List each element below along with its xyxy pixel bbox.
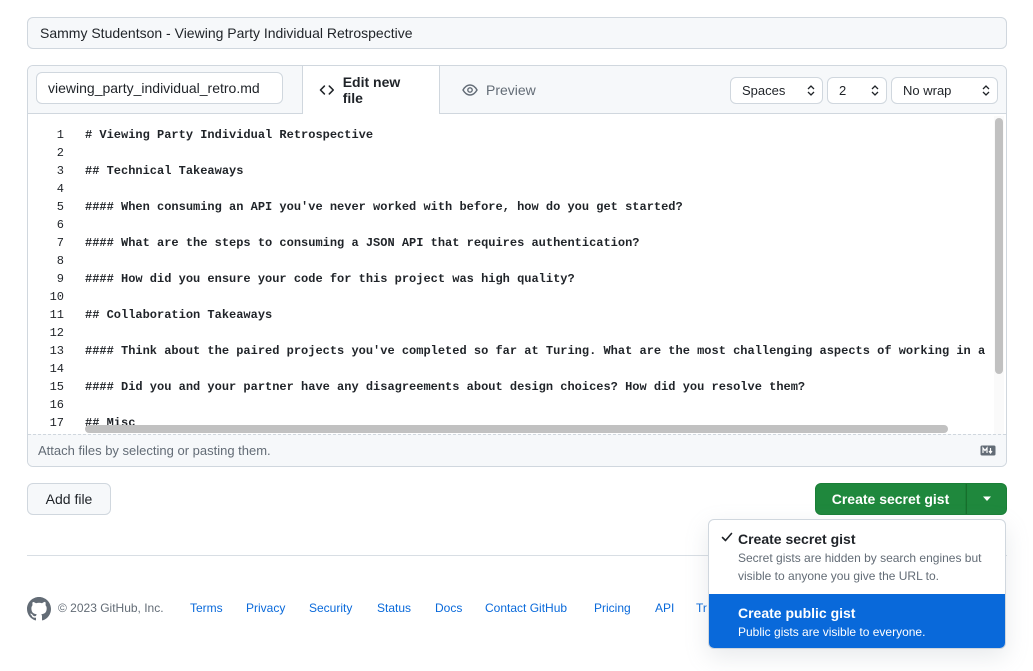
wrap-mode-value: No wrap bbox=[903, 83, 952, 98]
line-number: 16 bbox=[49, 398, 64, 412]
code-line: 12 bbox=[28, 324, 1006, 342]
editor-header: viewing_party_individual_retro.md Edit n… bbox=[28, 66, 1006, 114]
github-logo-icon[interactable] bbox=[27, 597, 51, 621]
indent-mode-select[interactable]: Spaces bbox=[730, 77, 823, 104]
menu-item-description: Public gists are visible to everyone. bbox=[738, 625, 926, 639]
line-text: # Viewing Party Individual Retrospective bbox=[85, 128, 374, 142]
code-line: 11 ## Collaboration Takeaways bbox=[28, 306, 1006, 324]
line-text: #### Think about the paired projects you… bbox=[85, 344, 986, 358]
line-text: ## Collaboration Takeaways bbox=[85, 308, 273, 322]
attach-files-hint: Attach files by selecting or pasting the… bbox=[38, 443, 271, 458]
select-arrows-icon bbox=[982, 85, 990, 96]
footer-link-training[interactable]: Tr bbox=[696, 601, 707, 615]
copyright-text: © 2023 GitHub, Inc. bbox=[58, 601, 164, 615]
menu-item-description: Secret gists are hidden by search engine… bbox=[738, 551, 982, 583]
footer-link-api[interactable]: API bbox=[655, 601, 674, 615]
line-number: 6 bbox=[56, 218, 64, 232]
code-line: 9 #### How did you ensure your code for t… bbox=[28, 270, 1006, 288]
eye-icon bbox=[462, 84, 478, 96]
line-number: 17 bbox=[49, 416, 64, 430]
line-number: 15 bbox=[49, 380, 64, 394]
code-line: 7 #### What are the steps to consuming a … bbox=[28, 234, 1006, 252]
filename-input[interactable]: viewing_party_individual_retro.md bbox=[36, 72, 283, 104]
attach-files-bar[interactable]: Attach files by selecting or pasting the… bbox=[28, 434, 1006, 466]
line-text: #### When consuming an API you've never … bbox=[85, 200, 683, 214]
code-line: 5 #### When consuming an API you've never… bbox=[28, 198, 1006, 216]
indent-size-value: 2 bbox=[839, 83, 847, 98]
menu-item-title: Create public gist bbox=[738, 605, 856, 621]
code-line: 3 ## Technical Takeaways bbox=[28, 162, 1006, 180]
file-editor: viewing_party_individual_retro.md Edit n… bbox=[27, 65, 1007, 467]
check-icon bbox=[721, 532, 733, 542]
footer-link-pricing[interactable]: Pricing bbox=[594, 601, 631, 615]
code-line: 6 bbox=[28, 216, 1006, 234]
line-number: 3 bbox=[56, 164, 64, 178]
code-line: 13 #### Think about the paired projects y… bbox=[28, 342, 1006, 360]
line-number: 12 bbox=[49, 326, 64, 340]
code-line: 16 bbox=[28, 396, 1006, 414]
site-footer: © 2023 GitHub, Inc. Terms Privacy Securi… bbox=[27, 597, 727, 621]
line-text: #### What are the steps to consuming a J… bbox=[85, 236, 640, 250]
line-number: 8 bbox=[56, 254, 64, 268]
menu-item-create-public-gist[interactable]: Create public gist Public gists are visi… bbox=[709, 594, 1005, 648]
vertical-scrollbar-thumb[interactable] bbox=[995, 118, 1003, 374]
code-line: 2 bbox=[28, 144, 1006, 162]
line-number: 13 bbox=[49, 344, 64, 358]
footer-link-security[interactable]: Security bbox=[309, 601, 352, 615]
indent-mode-value: Spaces bbox=[742, 83, 786, 98]
code-line: 15 #### Did you and your partner have any… bbox=[28, 378, 1006, 396]
tab-preview-label: Preview bbox=[486, 82, 536, 98]
code-line: 10 bbox=[28, 288, 1006, 306]
menu-item-title: Create secret gist bbox=[738, 531, 856, 547]
line-number: 10 bbox=[49, 290, 64, 304]
line-number: 9 bbox=[56, 272, 64, 286]
line-number: 2 bbox=[56, 146, 64, 160]
line-number: 11 bbox=[49, 308, 64, 322]
line-number: 7 bbox=[56, 236, 64, 250]
code-line: 1 # Viewing Party Individual Retrospectiv… bbox=[28, 126, 1006, 144]
gist-description-input[interactable]: Sammy Studentson - Viewing Party Individ… bbox=[27, 17, 1007, 49]
line-number: 14 bbox=[49, 362, 64, 376]
line-text: #### Did you and your partner have any d… bbox=[85, 380, 806, 394]
select-arrows-icon bbox=[871, 85, 879, 96]
create-gist-dropdown-button[interactable] bbox=[966, 483, 1007, 515]
add-file-button[interactable]: Add file bbox=[27, 483, 111, 515]
select-arrows-icon bbox=[807, 85, 815, 96]
tab-preview[interactable]: Preview bbox=[446, 66, 552, 114]
menu-item-create-secret-gist[interactable]: Create secret gist Secret gists are hidd… bbox=[709, 520, 1005, 593]
tab-edit-new-file[interactable]: Edit new file bbox=[302, 66, 440, 114]
line-text: #### How did you ensure your code for th… bbox=[85, 272, 575, 286]
create-gist-button[interactable]: Create secret gist bbox=[815, 483, 966, 515]
markdown-icon bbox=[980, 445, 996, 456]
footer-link-status[interactable]: Status bbox=[377, 601, 411, 615]
code-line: 8 bbox=[28, 252, 1006, 270]
tab-edit-label: Edit new file bbox=[342, 74, 401, 106]
triangle-down-icon bbox=[983, 496, 991, 501]
indent-size-select[interactable]: 2 bbox=[827, 77, 887, 104]
wrap-mode-select[interactable]: No wrap bbox=[891, 77, 998, 104]
footer-link-contact[interactable]: Contact GitHub bbox=[485, 601, 567, 615]
code-editor[interactable]: 1 # Viewing Party Individual Retrospectiv… bbox=[28, 114, 1006, 436]
line-number: 5 bbox=[56, 200, 64, 214]
line-number: 1 bbox=[56, 128, 64, 142]
footer-link-docs[interactable]: Docs bbox=[435, 601, 462, 615]
code-icon bbox=[319, 85, 335, 95]
horizontal-scrollbar-thumb[interactable] bbox=[85, 425, 948, 433]
code-line: 14 bbox=[28, 360, 1006, 378]
create-gist-menu: Create secret gist Secret gists are hidd… bbox=[708, 519, 1006, 649]
code-line: 4 bbox=[28, 180, 1006, 198]
footer-link-privacy[interactable]: Privacy bbox=[246, 601, 285, 615]
line-text: ## Technical Takeaways bbox=[85, 164, 244, 178]
footer-link-terms[interactable]: Terms bbox=[190, 601, 223, 615]
line-number: 4 bbox=[56, 182, 64, 196]
